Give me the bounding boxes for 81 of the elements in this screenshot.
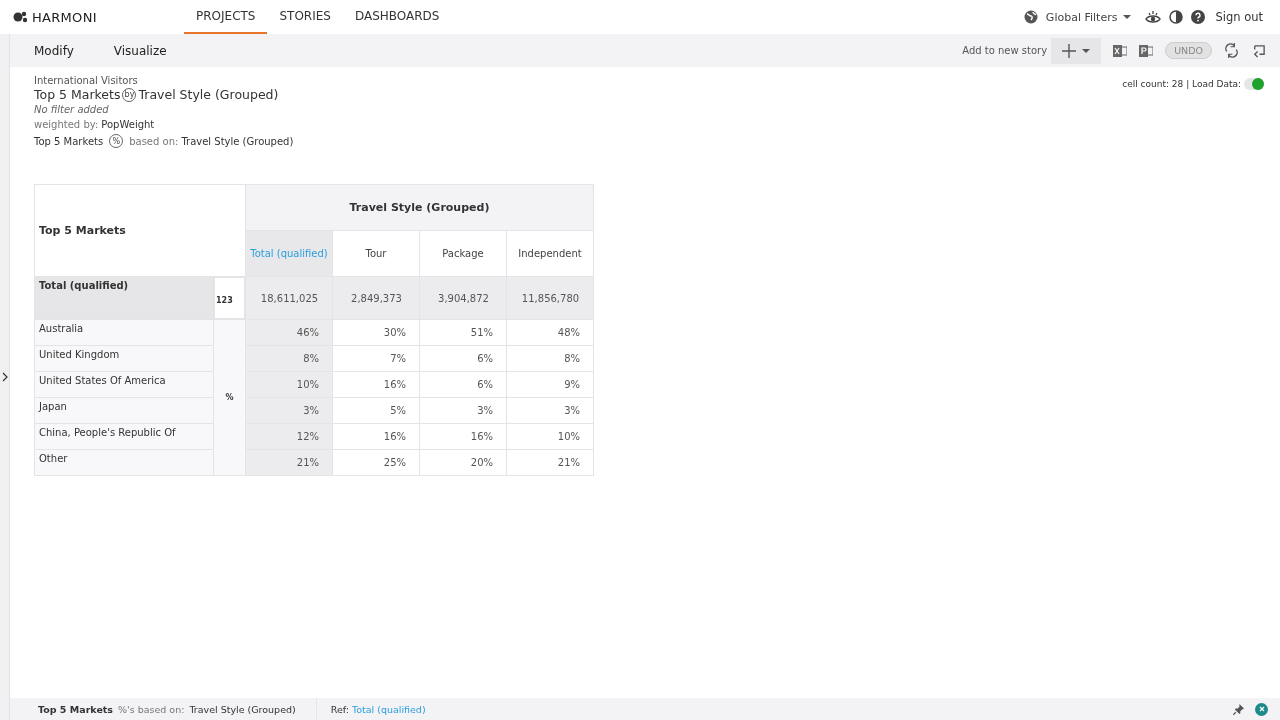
percent-rows-variable: Top 5 Markets — [34, 135, 104, 147]
logo-icon — [13, 11, 29, 23]
weight-name: PopWeight — [101, 119, 155, 130]
table-cell: 3% — [506, 397, 594, 424]
table-cell: 48% — [506, 319, 594, 346]
column-header[interactable]: Tour — [332, 230, 420, 277]
table-cell: 6% — [419, 345, 507, 372]
add-story-button[interactable] — [1051, 37, 1102, 64]
table-cell: 16% — [332, 371, 420, 398]
table-cell: 30% — [332, 319, 420, 346]
refresh-icon[interactable] — [1224, 43, 1239, 58]
based-on-label: based on: — [129, 135, 179, 147]
table-cell: 12% — [245, 423, 333, 450]
row-label: United States Of America — [34, 371, 214, 398]
ref-value: Total (qualified) — [351, 703, 426, 715]
filter-text: No filter added — [34, 104, 110, 115]
table-cell: 16% — [332, 423, 420, 450]
table-cell: 20% — [419, 449, 507, 476]
table-cell: 6% — [419, 371, 507, 398]
table-cell: 8% — [245, 345, 333, 372]
table-cell: 5% — [332, 397, 420, 424]
table-cell: 10% — [245, 371, 333, 398]
table-cell: 46% — [245, 319, 333, 346]
row-label: Other — [34, 449, 214, 476]
globe-icon[interactable] — [1023, 10, 1038, 24]
table-cell: 2,849,373 — [332, 276, 420, 320]
table-cell: 8% — [506, 345, 594, 372]
row-label: China, People's Republic Of — [34, 423, 214, 450]
sign-out-link[interactable]: Sign out — [1215, 10, 1263, 24]
expand-chevron-icon[interactable] — [2, 372, 8, 382]
global-filters-dropdown[interactable]: Global Filters — [1045, 10, 1132, 24]
contrast-icon[interactable] — [1169, 10, 1184, 24]
app-name: HARMONI — [32, 9, 97, 25]
row-label: Australia — [34, 319, 214, 346]
column-header[interactable]: Package — [419, 230, 507, 277]
swap-icon[interactable] — [1251, 43, 1266, 58]
rows-variable: Top 5 Markets — [34, 87, 121, 102]
table-cell: 3% — [419, 397, 507, 424]
nav-tab[interactable]: DASHBOARDS — [342, 0, 452, 34]
toolbar-tab[interactable]: Visualize — [113, 43, 167, 58]
powerpoint-icon[interactable] — [1139, 43, 1154, 58]
dataset-name: International Visitors — [34, 75, 139, 86]
row-label: Japan — [34, 397, 214, 424]
status-rows-variable: Top 5 Markets — [38, 703, 114, 715]
status-columns-variable: Travel Style (Grouped) — [189, 703, 296, 715]
status-based-label: %'s based on: — [118, 703, 185, 715]
excel-icon[interactable] — [1113, 43, 1128, 58]
ref-label: Ref: — [330, 703, 349, 715]
table-cell: 18,611,025 — [245, 276, 333, 320]
plus-icon — [1062, 43, 1077, 58]
eye-icon[interactable] — [1145, 10, 1162, 24]
cell-count-text: cell count: 28 | Load Data: — [1122, 79, 1241, 89]
column-group-header: Travel Style (Grouped) — [245, 184, 594, 231]
columns-variable: Travel Style (Grouped) — [138, 87, 279, 102]
table-cell: 25% — [332, 449, 420, 476]
table-cell: 10% — [506, 423, 594, 450]
pin-icon[interactable] — [1233, 703, 1244, 715]
table-cell: 21% — [506, 449, 594, 476]
table-cell: 3,904,872 — [419, 276, 507, 320]
help-icon[interactable] — [1191, 10, 1206, 24]
table-cell: 51% — [419, 319, 507, 346]
total-row-label: Total (qualified) — [34, 276, 214, 320]
percent-columns-variable: Travel Style (Grouped) — [181, 135, 294, 147]
load-data-toggle[interactable] — [1244, 78, 1264, 90]
row-label: United Kingdom — [34, 345, 214, 372]
table-cell: 21% — [245, 449, 333, 476]
close-icon — [1258, 706, 1265, 712]
row-header: Top 5 Markets — [34, 184, 246, 277]
toolbar-tab[interactable]: Modify — [34, 43, 74, 58]
weighted-label: weighted by: — [34, 119, 99, 130]
table-cell: 7% — [332, 345, 420, 372]
statistic-label: % — [213, 319, 246, 476]
statistic-label: 123 — [214, 277, 245, 319]
table-cell: 11,856,780 — [506, 276, 594, 320]
column-header[interactable]: Independent — [506, 230, 594, 277]
add-to-story-label: Add to new story — [962, 45, 1048, 56]
table-cell: 3% — [245, 397, 333, 424]
nav-tab[interactable]: STORIES — [267, 0, 343, 34]
table-cell: 9% — [506, 371, 594, 398]
close-button[interactable] — [1255, 702, 1268, 716]
table-cell: 16% — [419, 423, 507, 450]
